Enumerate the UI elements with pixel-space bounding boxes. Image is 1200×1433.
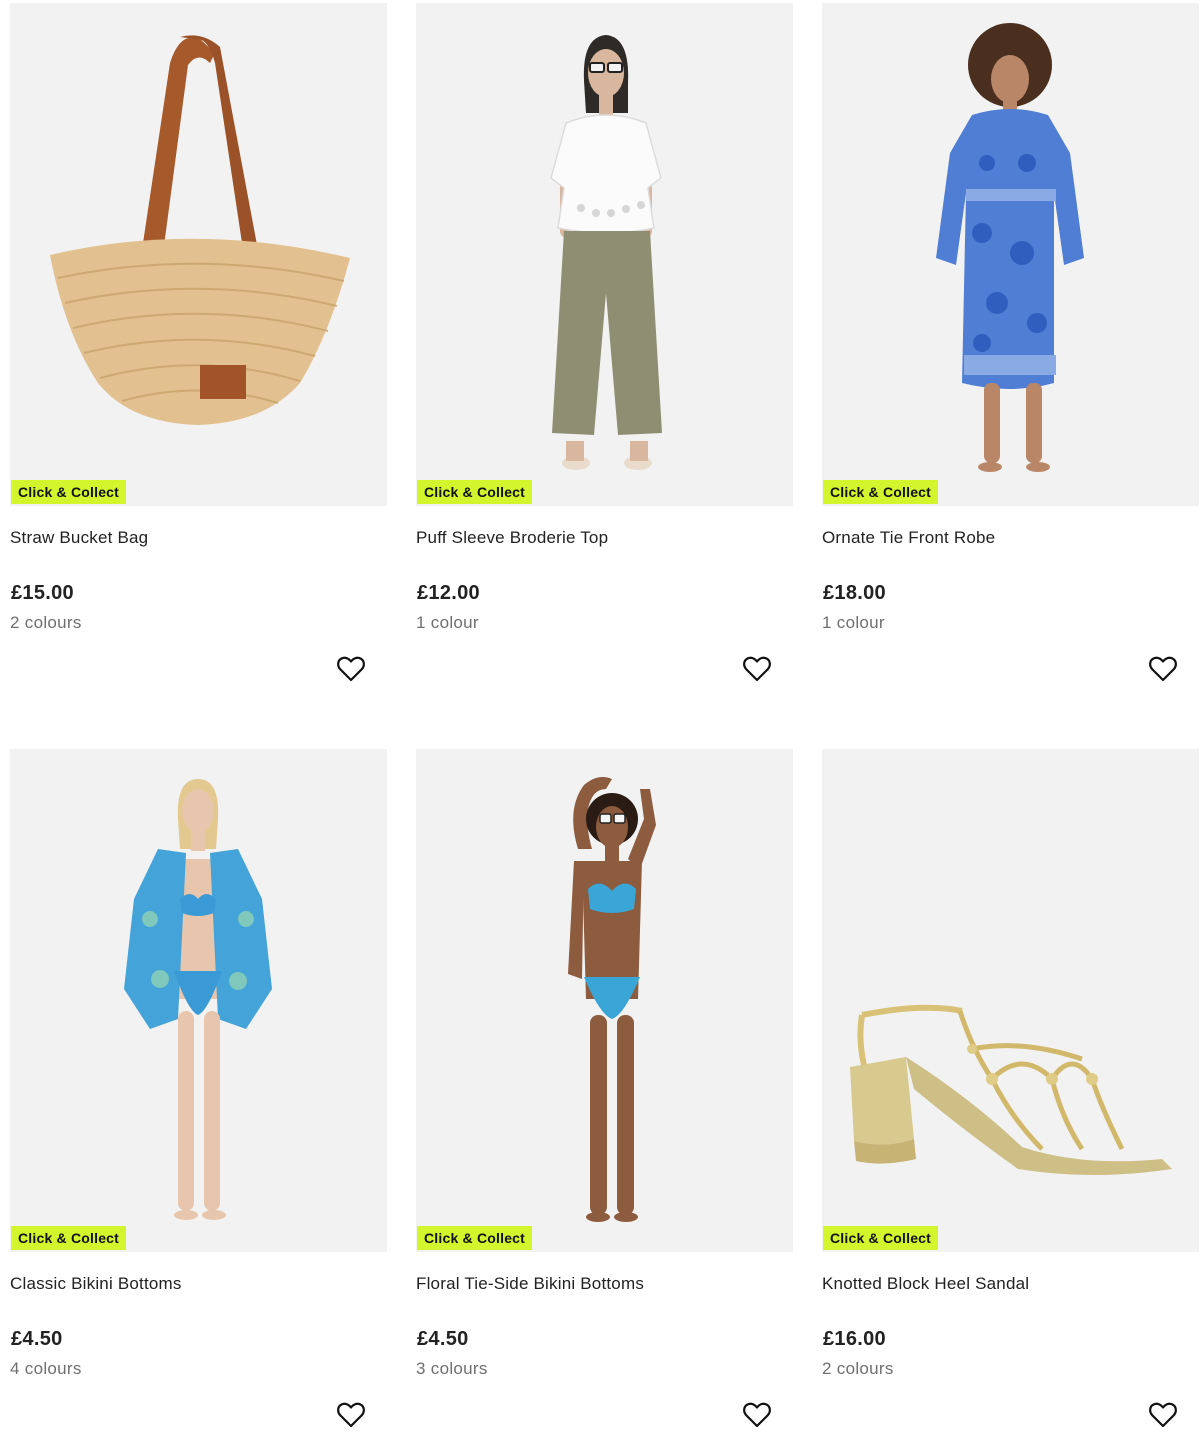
product-image[interactable]: Click & Collect	[10, 3, 387, 506]
heart-icon	[1149, 1402, 1177, 1428]
wishlist-button[interactable]	[336, 1401, 366, 1429]
product-card[interactable]: Click & Collect Knotted Block Heel Sanda…	[822, 749, 1199, 1428]
product-card[interactable]: Click & Collect Floral Tie-Side Bikini B…	[416, 749, 793, 1428]
product-colours: 1 colour	[822, 613, 885, 632]
wishlist-button[interactable]	[1148, 655, 1178, 683]
product-colours: 1 colour	[416, 613, 479, 632]
heart-icon	[1149, 656, 1177, 682]
product-name[interactable]: Puff Sleeve Broderie Top	[416, 528, 608, 548]
model-blue-robe-image	[936, 23, 1084, 472]
model-bikini-image	[568, 777, 656, 1222]
product-name[interactable]: Ornate Tie Front Robe	[822, 528, 995, 548]
straw-bag-image	[50, 35, 350, 425]
wishlist-button[interactable]	[1148, 1401, 1178, 1429]
heart-icon	[743, 1402, 771, 1428]
product-grid: Click & Collect Straw Bucket Bag £15.00 …	[0, 0, 1200, 1433]
wishlist-button[interactable]	[742, 655, 772, 683]
product-name[interactable]: Floral Tie-Side Bikini Bottoms	[416, 1274, 644, 1294]
product-card[interactable]: Click & Collect Ornate Tie Front Robe £1…	[822, 3, 1199, 682]
heart-icon	[743, 656, 771, 682]
product-price: £12.00	[417, 582, 480, 604]
product-price: £15.00	[11, 582, 74, 604]
click-collect-badge: Click & Collect	[11, 480, 127, 504]
product-colours: 2 colours	[822, 1359, 894, 1378]
wishlist-button[interactable]	[336, 655, 366, 683]
product-colours: 3 colours	[416, 1359, 488, 1378]
click-collect-badge: Click & Collect	[823, 1226, 939, 1250]
product-name[interactable]: Knotted Block Heel Sandal	[822, 1274, 1029, 1294]
wishlist-button[interactable]	[742, 1401, 772, 1429]
product-image[interactable]: Click & Collect	[822, 3, 1199, 506]
gold-sandal-image	[850, 1004, 1172, 1175]
product-image[interactable]: Click & Collect	[416, 749, 793, 1252]
product-image[interactable]: Click & Collect	[10, 749, 387, 1252]
model-bikini-shirt-image	[124, 779, 272, 1220]
product-card[interactable]: Click & Collect Straw Bucket Bag £15.00 …	[10, 3, 387, 682]
click-collect-badge: Click & Collect	[823, 480, 939, 504]
model-white-top-image	[550, 35, 662, 470]
product-image[interactable]: Click & Collect	[416, 3, 793, 506]
product-name[interactable]: Classic Bikini Bottoms	[10, 1274, 182, 1294]
product-colours: 2 colours	[10, 613, 82, 632]
product-name[interactable]: Straw Bucket Bag	[10, 528, 148, 548]
product-colours: 4 colours	[10, 1359, 82, 1378]
click-collect-badge: Click & Collect	[417, 480, 533, 504]
product-price: £18.00	[823, 582, 886, 604]
click-collect-badge: Click & Collect	[11, 1226, 127, 1250]
product-price: £4.50	[417, 1328, 469, 1350]
product-price: £16.00	[823, 1328, 886, 1350]
heart-icon	[337, 1402, 365, 1428]
product-image[interactable]: Click & Collect	[822, 749, 1199, 1252]
product-card[interactable]: Click & Collect Puff Sleeve Broderie Top…	[416, 3, 793, 682]
product-price: £4.50	[11, 1328, 63, 1350]
click-collect-badge: Click & Collect	[417, 1226, 533, 1250]
product-card[interactable]: Click & Collect Classic Bikini Bottoms £…	[10, 749, 387, 1428]
heart-icon	[337, 656, 365, 682]
